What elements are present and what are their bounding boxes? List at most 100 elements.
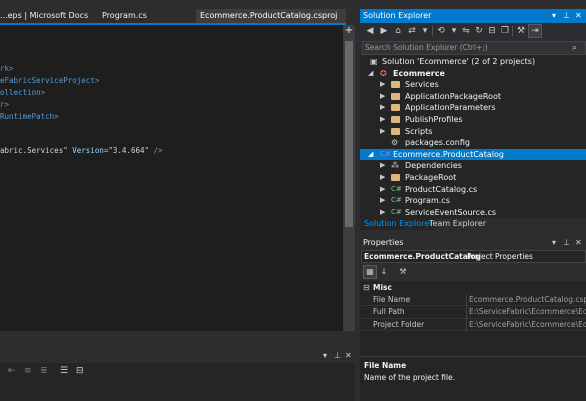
categorized-view-icon[interactable]: ▦ bbox=[363, 265, 377, 279]
tree-item-label: ApplicationPackageRoot bbox=[405, 91, 501, 101]
tab-team-explorer[interactable]: Team Explorer bbox=[429, 218, 486, 230]
tree-item-solution[interactable]: ▣ Solution 'Ecommerce' (2 of 2 projects) bbox=[360, 56, 586, 68]
code-token: /> bbox=[149, 146, 163, 155]
properties-wrench-icon[interactable]: ⚒ bbox=[515, 25, 527, 37]
tree-item-services[interactable]: ▶ Services bbox=[360, 79, 586, 91]
description-text: Name of the project file. bbox=[364, 373, 456, 382]
dropdown-arrow-icon[interactable]: ▾ bbox=[552, 9, 556, 23]
tab-solution-explorer[interactable]: Solution Explorer bbox=[361, 218, 436, 230]
sync-with-document-icon[interactable]: ⇋ bbox=[460, 25, 472, 37]
code-line: RuntimePatch> bbox=[0, 112, 59, 121]
tree-item-scripts[interactable]: ▶ Scripts bbox=[360, 126, 586, 138]
tab-program-cs[interactable]: Program.cs bbox=[102, 9, 147, 23]
alphabetical-sort-icon[interactable]: ↓ bbox=[378, 266, 390, 278]
selected-object-name: Ecommerce.ProductCatalog bbox=[364, 252, 481, 261]
close-icon[interactable]: ✕ bbox=[575, 236, 582, 249]
pin-icon[interactable]: ⊥ bbox=[563, 236, 570, 249]
toolbar-separator bbox=[432, 26, 433, 36]
property-name: File Name bbox=[373, 295, 411, 304]
expanded-arrow-icon[interactable]: ◢ bbox=[368, 68, 373, 80]
selected-object-type: Project Properties bbox=[467, 252, 533, 261]
tree-item-dependencies[interactable]: ▶ ⁂ Dependencies bbox=[360, 160, 586, 172]
code-editor[interactable]: rk> eFabricServiceProject> ollection> r>… bbox=[0, 25, 343, 331]
forward-icon[interactable]: ▶ bbox=[378, 25, 390, 37]
tree-item-applicationpackageroot[interactable]: ▶ ApplicationPackageRoot bbox=[360, 91, 586, 103]
tree-item-label: PublishProfiles bbox=[405, 115, 463, 124]
tab-docs-page[interactable]: ...eps | Microsoft Docs bbox=[0, 9, 88, 23]
tree-item-packageroot[interactable]: ▶ PackageRoot bbox=[360, 172, 586, 184]
bottom-panel-body bbox=[0, 363, 355, 401]
home-icon[interactable]: ⌂ bbox=[392, 25, 404, 37]
expanded-arrow-icon[interactable]: ◢ bbox=[368, 149, 373, 161]
tree-item-label: Services bbox=[405, 80, 439, 90]
property-pages-icon[interactable]: ⚒ bbox=[397, 266, 409, 278]
csharp-project-icon: C# bbox=[380, 149, 391, 158]
toolbar-button-icon[interactable]: ≣ bbox=[40, 364, 48, 378]
tree-item-label: PackageRoot bbox=[405, 173, 457, 182]
split-editor-icon[interactable]: + bbox=[343, 25, 355, 37]
dropdown-arrow-icon[interactable]: ▾ bbox=[419, 25, 431, 37]
editor-status-strip bbox=[0, 331, 355, 345]
collapsed-arrow-icon[interactable]: ▶ bbox=[380, 207, 385, 219]
pending-changes-filter-icon[interactable]: ⟲ bbox=[435, 25, 447, 37]
collapsed-arrow-icon[interactable]: ▶ bbox=[380, 102, 385, 114]
csharp-file-icon: C# bbox=[391, 207, 402, 216]
toolbar-separator bbox=[512, 26, 513, 36]
collapse-all-icon[interactable]: ⊟ bbox=[486, 25, 498, 37]
scrollbar-thumb[interactable] bbox=[345, 41, 353, 227]
tab-productcatalog-csproj[interactable]: Ecommerce.ProductCatalog.csproj bbox=[196, 9, 346, 23]
clear-all-icon[interactable]: ⊟ bbox=[76, 364, 84, 378]
collapsed-arrow-icon[interactable]: ▶ bbox=[380, 160, 385, 172]
search-icon[interactable]: ⌕ bbox=[572, 41, 577, 55]
dropdown-arrow-icon[interactable]: ▾ bbox=[448, 25, 460, 37]
preview-selected-items-icon[interactable]: ⇥ bbox=[528, 24, 542, 38]
collapsed-arrow-icon[interactable]: ▶ bbox=[380, 195, 385, 207]
tree-item-applicationparameters[interactable]: ▶ ApplicationParameters bbox=[360, 102, 586, 114]
code-token: abric.Services" bbox=[0, 146, 68, 155]
tree-item-label: Program.cs bbox=[405, 196, 450, 206]
property-value[interactable]: Ecommerce.ProductCatalog.cspr bbox=[469, 294, 586, 306]
dropdown-arrow-icon[interactable]: ▾ bbox=[323, 349, 327, 363]
close-icon[interactable]: ✕ bbox=[575, 9, 582, 23]
tree-item-ecommerce[interactable]: ◢ ✪ Ecommerce bbox=[360, 68, 586, 80]
collapsed-arrow-icon[interactable]: ▶ bbox=[380, 172, 385, 184]
property-row-file-name[interactable]: File Name Ecommerce.ProductCatalog.cspr bbox=[360, 294, 586, 307]
collapsed-arrow-icon[interactable]: ▶ bbox=[380, 91, 385, 103]
collapsed-arrow-icon[interactable]: ▶ bbox=[380, 126, 385, 138]
refresh-icon[interactable]: ↻ bbox=[473, 25, 485, 37]
collapsed-arrow-icon[interactable]: ▶ bbox=[380, 79, 385, 91]
switch-views-icon[interactable]: ⇄ bbox=[406, 25, 418, 37]
collapsed-arrow-icon[interactable]: ▶ bbox=[380, 114, 385, 126]
code-line: eFabricServiceProject> bbox=[0, 76, 100, 85]
property-value[interactable]: E:\ServiceFabric\Ecommerce\Eco bbox=[469, 306, 586, 318]
code-line: ollection> bbox=[0, 88, 46, 97]
dropdown-arrow-icon[interactable]: ▾ bbox=[552, 236, 556, 249]
toggle-word-wrap-icon[interactable]: ☰ bbox=[60, 364, 68, 378]
tree-item-program-cs[interactable]: ▶ C# Program.cs bbox=[360, 195, 586, 207]
tree-item-label: ProductCatalog.cs bbox=[405, 184, 478, 194]
back-icon[interactable]: ◀ bbox=[364, 25, 376, 37]
property-value[interactable]: E:\ServiceFabric\Ecommerce\Eco bbox=[469, 319, 586, 331]
properties-title: Properties bbox=[363, 238, 404, 247]
property-category-misc[interactable]: ⊟ Misc bbox=[360, 282, 586, 294]
toolbar-button-icon[interactable]: ≡ bbox=[24, 364, 32, 378]
tree-item-label: ApplicationParameters bbox=[405, 103, 496, 113]
collapse-category-icon[interactable]: ⊟ bbox=[363, 282, 370, 294]
close-icon[interactable]: ✕ bbox=[345, 349, 352, 363]
tree-item-label: ServiceEventSource.cs bbox=[405, 207, 497, 217]
tree-item-packages-config[interactable]: ⚙ packages.config bbox=[360, 137, 586, 149]
property-name: Full Path bbox=[373, 307, 405, 317]
property-row-project-folder[interactable]: Project Folder E:\ServiceFabric\Ecommerc… bbox=[360, 319, 586, 331]
tree-item-publishprofiles[interactable]: ▶ PublishProfiles bbox=[360, 114, 586, 126]
property-grid-splitter[interactable] bbox=[466, 294, 467, 331]
tree-item-ecommerce-productcatalog[interactable]: ◢ C# Ecommerce.ProductCatalog bbox=[360, 148, 586, 161]
pin-icon[interactable]: ⊥ bbox=[563, 9, 570, 23]
collapsed-arrow-icon[interactable]: ▶ bbox=[380, 184, 385, 196]
tree-item-productcatalog-cs[interactable]: ▶ C# ProductCatalog.cs bbox=[360, 184, 586, 196]
toolbar-button-icon[interactable]: ⇤ bbox=[8, 364, 16, 378]
pin-icon[interactable]: ⊥ bbox=[334, 349, 341, 363]
dependencies-icon: ⁂ bbox=[391, 161, 399, 171]
tree-item-serviceeventsource-cs[interactable]: ▶ C# ServiceEventSource.cs bbox=[360, 207, 586, 219]
show-all-files-icon[interactable]: ❐ bbox=[499, 25, 511, 37]
property-row-full-path[interactable]: Full Path E:\ServiceFabric\Ecommerce\Eco bbox=[360, 306, 586, 319]
